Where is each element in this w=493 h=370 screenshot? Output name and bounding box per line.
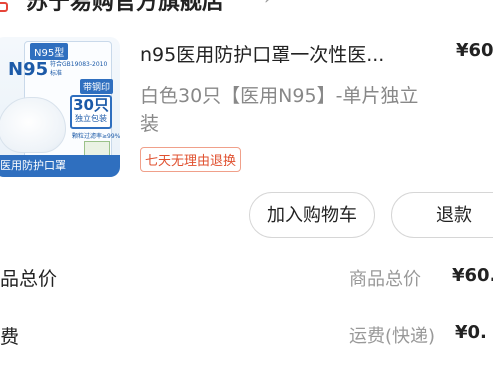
image-band: 带钢印 <box>80 79 114 94</box>
store-header[interactable]: 苏宁易购官方旗舰店 › <box>0 0 493 15</box>
shipping-value: ¥0. <box>455 322 487 343</box>
product-image[interactable]: N95型 N95 符合GB19083-2010标准 带钢印 30只 独立包装 颗… <box>0 37 120 177</box>
image-count-sub: 独立包装 <box>75 114 107 123</box>
shipping-name: 运费(快递) <box>349 326 436 347</box>
product-spec: 白色30只【医用N95】-单片独立装 <box>140 85 419 135</box>
product-title[interactable]: n95医用防护口罩一次性医... <box>140 40 425 67</box>
image-filter-rate: 颗粒过滤率≥99% <box>72 133 120 140</box>
chevron-right-icon[interactable]: › <box>264 0 271 9</box>
goods-total-value: ¥60. <box>452 265 493 286</box>
store-icon <box>0 2 8 12</box>
image-standard: 符合GB19083-2010标准 <box>50 61 108 77</box>
add-to-cart-button[interactable]: 加入购物车 <box>249 192 375 238</box>
shipping-label: 费 <box>0 326 20 348</box>
image-count: 30只 <box>73 96 109 114</box>
refund-button[interactable]: 退款 <box>391 192 493 238</box>
product-price: ¥60 <box>456 40 493 61</box>
image-bottom-banner: 医用防护口罩 <box>0 155 120 177</box>
store-name[interactable]: 苏宁易购官方旗舰店 <box>26 0 224 16</box>
return-policy-badge: 七天无理由退换 <box>140 147 242 172</box>
goods-total-name: 商品总价 <box>349 269 421 290</box>
goods-total-label: 品总价 <box>0 268 58 290</box>
mask-illustration <box>0 97 66 153</box>
image-tag: N95型 <box>30 43 69 60</box>
image-brand: N95 <box>8 59 49 80</box>
image-count-box: 30只 独立包装 <box>70 95 112 129</box>
